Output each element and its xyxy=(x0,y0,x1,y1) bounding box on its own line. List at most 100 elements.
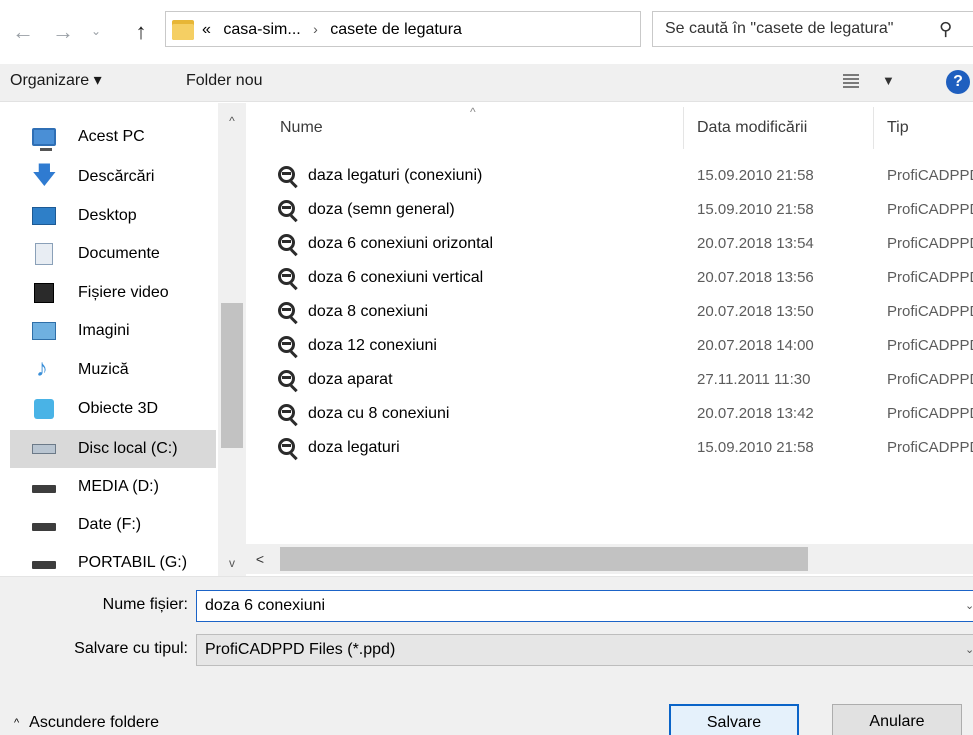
drive-icon xyxy=(32,561,56,569)
file-date: 20.07.2018 13:56 xyxy=(697,269,814,286)
file-name-input[interactable] xyxy=(205,591,965,621)
file-name: doza 6 conexiuni orizontal xyxy=(308,235,494,252)
hide-folders-button[interactable]: ^ Ascundere foldere xyxy=(14,711,159,735)
breadcrumb-item-casa-sim[interactable]: casa-sim... xyxy=(223,21,300,38)
organize-button[interactable]: Organizare ▾ xyxy=(10,64,102,102)
file-date: 20.07.2018 13:54 xyxy=(697,235,814,252)
nav-item-label: Fișiere video xyxy=(78,284,169,301)
nav-item-label: Disc local (C:) xyxy=(78,440,178,457)
downloads-icon: 🡇 xyxy=(32,162,57,189)
file-row[interactable]: doza (semn general) 15.09.2010 21:58 Profi… xyxy=(246,193,973,227)
proficad-file-icon xyxy=(278,200,298,223)
forward-button[interactable]: → xyxy=(50,18,76,46)
file-name: doza 12 conexiuni xyxy=(308,337,437,354)
breadcrumb-item-current[interactable]: casete de legatura xyxy=(330,21,462,38)
column-header-name[interactable]: Nume xyxy=(280,103,680,153)
new-folder-button[interactable]: Folder nou xyxy=(186,64,263,102)
file-date: 27.11.2011 11:30 xyxy=(697,371,811,388)
scroll-up-arrow[interactable]: ^ xyxy=(218,109,246,133)
nav-item-3d-objects[interactable]: Obiecte 3D xyxy=(10,391,216,427)
address-box[interactable]: « casa-sim... › casete de legatura ⌄ ↻ xyxy=(165,11,797,47)
nav-item-date-f[interactable]: Date (F:) xyxy=(10,507,216,543)
column-divider[interactable] xyxy=(683,107,684,149)
file-row[interactable]: doza 6 conexiuni vertical 20.07.2018 13:5… xyxy=(246,261,973,295)
file-list-hscrollbar[interactable]: < xyxy=(246,544,973,574)
drive-icon xyxy=(32,523,56,531)
search-icon[interactable]: ⚲ xyxy=(939,12,952,46)
nav-item-label: Descărcări xyxy=(78,168,155,185)
nav-item-label: Imagini xyxy=(78,322,130,339)
address-bar-row: ← → ⌄ ↑ « casa-sim... › casete de legatu… xyxy=(0,0,973,64)
breadcrumb: « casa-sim... › casete de legatura xyxy=(202,12,470,46)
file-name-field[interactable]: ⌄ xyxy=(196,590,973,622)
search-input[interactable]: Se caută în "casete de legatura" ⚲ xyxy=(652,11,973,47)
save-type-select[interactable]: ProfiCADPPD Files (*.ppd) ⌄ xyxy=(196,634,973,666)
desktop-icon xyxy=(32,207,56,225)
nav-item-this-pc[interactable]: Acest PC xyxy=(10,119,216,155)
nav-item-music[interactable]: ♪ Muzică xyxy=(10,352,216,388)
file-type: ProfiCADPPD xyxy=(887,201,973,218)
column-header-type[interactable]: Tip xyxy=(887,103,967,153)
proficad-file-icon xyxy=(278,438,298,461)
drive-icon xyxy=(32,485,56,493)
videos-icon xyxy=(34,283,54,303)
file-row[interactable]: doza aparat 27.11.2011 11:30 ProfiCADPPD xyxy=(246,363,973,397)
file-row[interactable]: doza legaturi 15.09.2010 21:58 ProfiCADPPD xyxy=(246,431,973,465)
nav-item-desktop[interactable]: Desktop xyxy=(10,198,216,234)
scrollbar-thumb[interactable] xyxy=(221,303,243,448)
file-date: 15.09.2010 21:58 xyxy=(697,201,814,218)
file-date: 20.07.2018 13:50 xyxy=(697,303,814,320)
recent-locations-button[interactable]: ⌄ xyxy=(88,17,104,45)
nav-item-local-disk-c[interactable]: Disc local (C:) xyxy=(10,430,216,468)
file-row[interactable]: doza cu 8 conexiuni 20.07.2018 13:42 Profi… xyxy=(246,397,973,431)
column-divider[interactable] xyxy=(873,107,874,149)
save-button[interactable]: Salvare xyxy=(669,704,799,735)
local-disk-icon xyxy=(32,444,56,454)
nav-item-documents[interactable]: Documente xyxy=(10,236,216,272)
back-button[interactable]: ← xyxy=(10,18,36,46)
nav-item-media-d[interactable]: MEDIA (D:) xyxy=(10,469,216,505)
column-header-date[interactable]: Data modificării xyxy=(697,103,877,153)
nav-item-downloads[interactable]: 🡇 Descărcări xyxy=(10,159,216,195)
file-row[interactable]: doza 12 conexiuni 20.07.2018 14:00 ProfiCA… xyxy=(246,329,973,363)
file-date: 15.09.2010 21:58 xyxy=(697,439,814,456)
file-type: ProfiCADPPD xyxy=(887,167,973,184)
proficad-file-icon xyxy=(278,166,298,189)
breadcrumb-separator[interactable]: › xyxy=(313,21,318,37)
view-options-icon[interactable] xyxy=(843,74,859,88)
up-button[interactable]: ↑ xyxy=(128,18,154,46)
file-name-label: Nume fișier: xyxy=(102,596,188,613)
nav-item-pictures[interactable]: Imagini xyxy=(10,313,216,349)
scroll-left-arrow[interactable]: < xyxy=(246,544,274,574)
file-row[interactable]: doza 6 conexiuni orizontal 20.07.2018 13:… xyxy=(246,227,973,261)
file-type: ProfiCADPPD xyxy=(887,371,973,388)
nav-item-label: Muzică xyxy=(78,361,129,378)
file-type: ProfiCADPPD xyxy=(887,235,973,252)
file-name-dropdown[interactable]: ⌄ xyxy=(965,591,973,621)
file-name: doza 8 conexiuni xyxy=(308,303,429,320)
cancel-button[interactable]: Anulare xyxy=(832,704,962,735)
nav-item-label: Documente xyxy=(78,245,160,262)
view-options-dropdown[interactable]: ▼ xyxy=(882,64,895,98)
file-row[interactable]: doza 8 conexiuni 20.07.2018 13:50 ProfiCAD… xyxy=(246,295,973,329)
nav-item-videos[interactable]: Fișiere video xyxy=(10,275,216,311)
file-name: doza cu 8 conexiuni xyxy=(308,405,450,422)
proficad-file-icon xyxy=(278,370,298,393)
proficad-file-icon xyxy=(278,404,298,427)
nav-pane-scrollbar[interactable]: ^ v xyxy=(218,103,246,576)
scroll-down-arrow[interactable]: v xyxy=(218,551,246,575)
breadcrumb-overflow[interactable]: « xyxy=(202,21,211,38)
nav-item-label: Acest PC xyxy=(78,128,145,145)
proficad-file-icon xyxy=(278,268,298,291)
save-type-dropdown[interactable]: ⌄ xyxy=(965,635,973,665)
folder-icon xyxy=(172,18,194,40)
file-list-pane: ^ Nume Data modificării Tip daza legatur… xyxy=(246,103,973,576)
scrollbar-thumb[interactable] xyxy=(280,547,808,571)
help-icon[interactable]: ? xyxy=(946,70,970,94)
proficad-file-icon xyxy=(278,234,298,257)
file-row[interactable]: daza legaturi (conexiuni) 15.09.2010 21:5… xyxy=(246,159,973,193)
proficad-file-icon xyxy=(278,302,298,325)
pictures-icon xyxy=(32,322,56,340)
file-name: doza (semn general) xyxy=(308,201,455,218)
chevron-up-icon: ^ xyxy=(14,717,20,729)
